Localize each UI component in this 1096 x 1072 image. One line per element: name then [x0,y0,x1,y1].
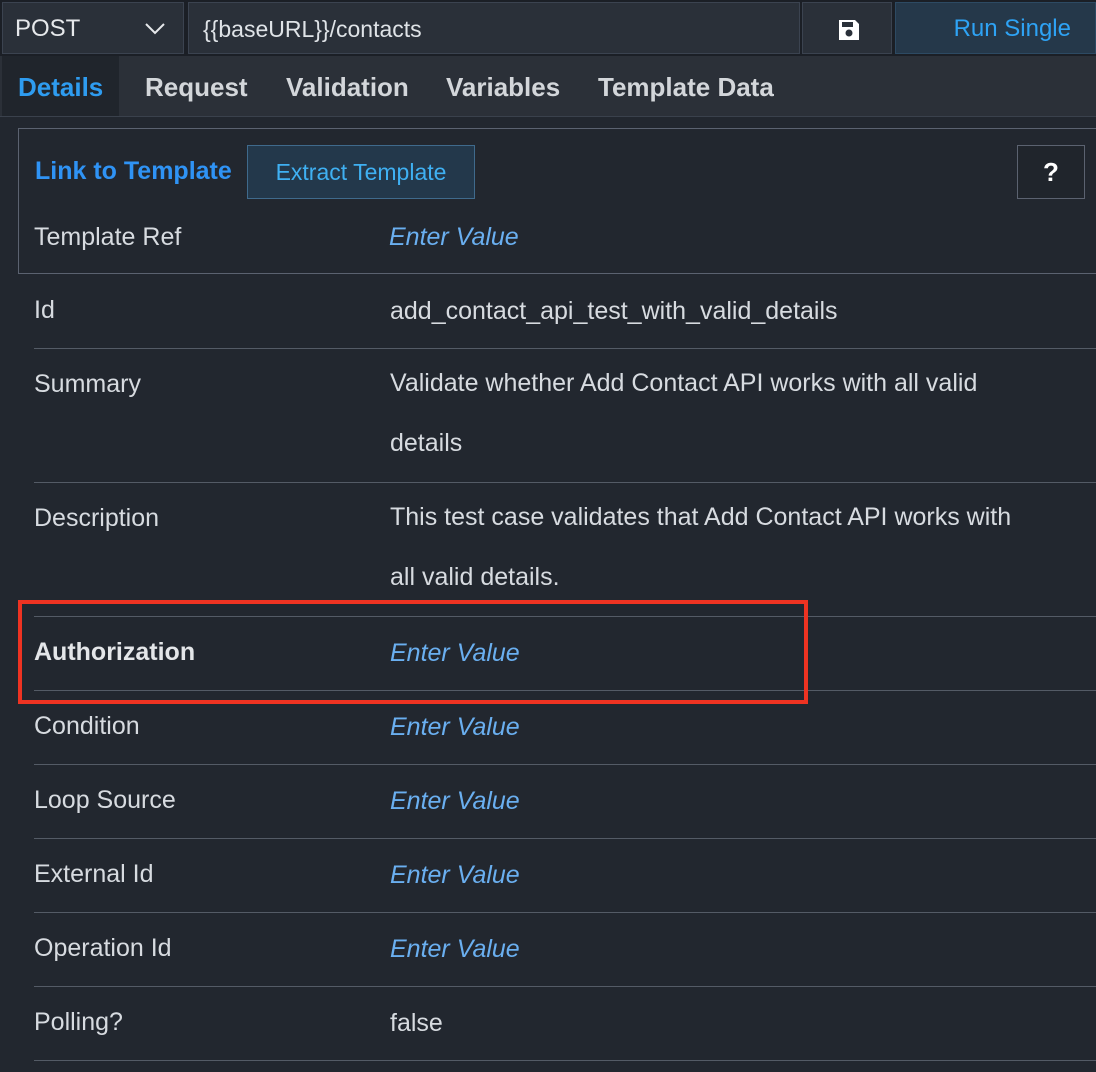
tab-validation[interactable]: Validation [286,72,409,103]
field-row-condition: Condition Enter Value [34,690,1096,765]
tab-request[interactable]: Request [145,72,248,103]
run-single-button[interactable]: Run Single [895,2,1096,54]
extract-template-button[interactable]: Extract Template [247,145,475,199]
field-value-condition[interactable]: Enter Value [390,712,1020,742]
field-label-description: Description [34,504,160,532]
field-label-id: Id [34,296,55,324]
url-input[interactable]: {{baseURL}}/contacts [188,2,800,54]
template-panel: Link to Template Extract Template ? Temp… [18,128,1096,274]
field-row-summary: Summary Validate whether Add Contact API… [34,348,1096,483]
field-label-condition: Condition [34,712,140,740]
field-row-operation-id: Operation Id Enter Value [34,912,1096,987]
tab-template-data[interactable]: Template Data [598,72,774,103]
method-select[interactable]: POST [2,2,184,54]
tab-details[interactable]: Details [2,56,120,116]
field-label-polling: Polling? [34,1008,123,1036]
field-row-authorization: Authorization Enter Value [34,616,1096,691]
field-value-polling[interactable]: false [390,1008,1020,1038]
request-toolbar: POST {{baseURL}}/contacts Run Single [0,0,1096,56]
field-value-authorization[interactable]: Enter Value [390,638,1020,668]
tab-bar: Details Request Validation Variables Tem… [0,56,1096,117]
template-ref-input[interactable]: Enter Value [389,223,519,252]
template-ref-label: Template Ref [34,223,182,251]
field-label-external-id: External Id [34,860,154,888]
field-row-external-id: External Id Enter Value [34,838,1096,913]
field-value-description[interactable]: This test case validates that Add Contac… [390,487,1020,607]
field-value-operation-id[interactable]: Enter Value [390,934,1020,964]
run-single-label: Run Single [953,15,1071,42]
field-label-authorization: Authorization [34,638,196,666]
url-value: {{baseURL}}/contacts [203,16,422,42]
field-label-loop-source: Loop Source [34,786,176,814]
method-value: POST [15,15,81,42]
help-button[interactable]: ? [1017,145,1085,199]
field-row-id: Id add_contact_api_test_with_valid_detai… [34,274,1096,349]
field-row-description: Description This test case validates tha… [34,482,1096,617]
field-value-loop-source[interactable]: Enter Value [390,786,1020,816]
field-label-operation-id: Operation Id [34,934,172,962]
tab-variables[interactable]: Variables [446,72,560,103]
field-value-id[interactable]: add_contact_api_test_with_valid_details [390,296,1020,326]
save-icon [839,20,859,40]
field-row-loop-source: Loop Source Enter Value [34,764,1096,839]
chevron-down-icon [145,23,165,35]
field-value-external-id[interactable]: Enter Value [390,860,1020,890]
save-button[interactable] [802,2,892,54]
field-row-polling: Polling? false [34,986,1096,1061]
link-to-template-link[interactable]: Link to Template [35,157,232,186]
field-value-summary[interactable]: Validate whether Add Contact API works w… [390,353,1020,473]
field-label-summary: Summary [34,370,141,398]
